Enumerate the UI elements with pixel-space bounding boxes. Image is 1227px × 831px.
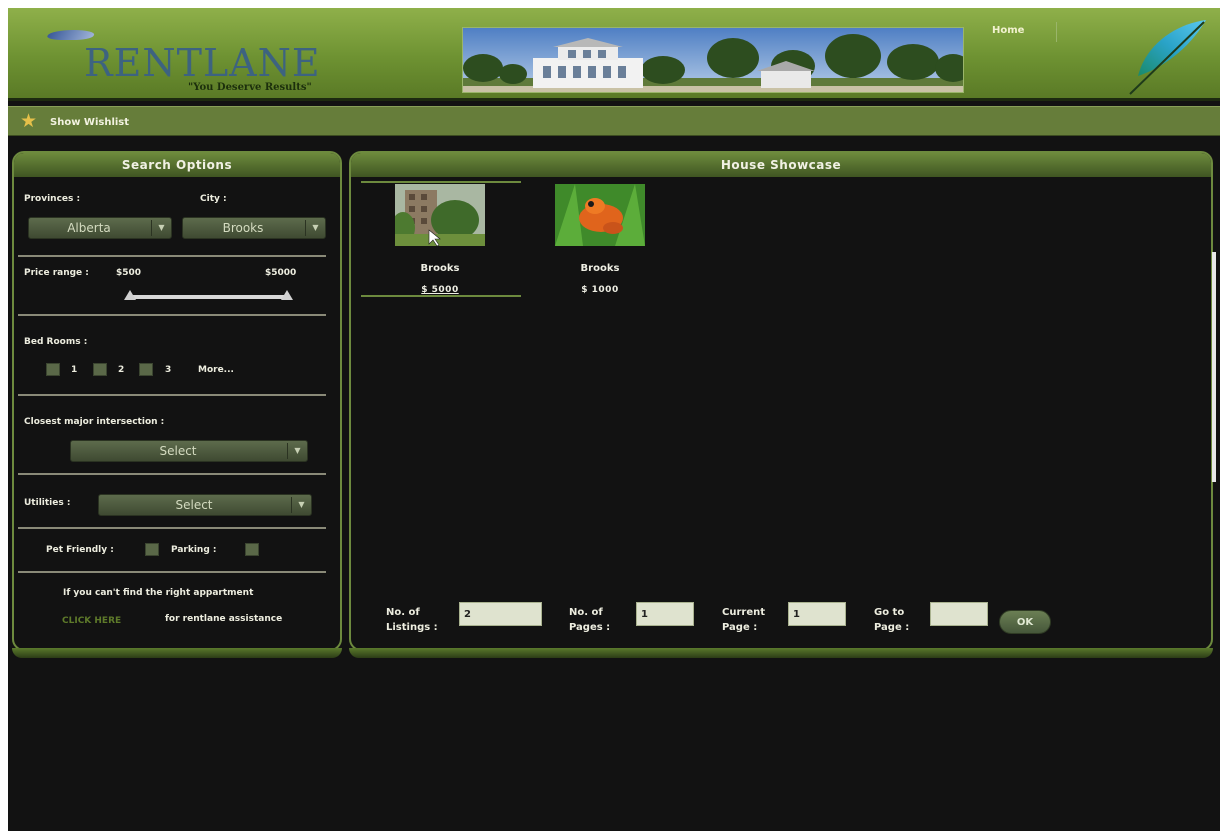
bedroom-3-label: 3 — [165, 365, 172, 375]
label-line: Current — [722, 607, 766, 618]
listing-price[interactable]: $ 5000 — [395, 285, 485, 295]
province-select-value: Alberta — [67, 221, 111, 235]
label-line: Page : — [722, 622, 758, 633]
pages-count-field[interactable] — [636, 602, 694, 626]
provinces-label: Provinces : — [24, 194, 81, 204]
nav-divider — [1056, 22, 1057, 42]
click-here-link[interactable]: CLICK HERE — [62, 616, 121, 626]
panel-footer-bar — [12, 648, 342, 658]
bedroom-1-label: 1 — [71, 365, 78, 375]
price-min-handle[interactable] — [124, 290, 136, 300]
price-range-label: Price range : — [24, 268, 89, 278]
utilities-label: Utilities : — [24, 498, 71, 508]
bedroom-2-checkbox[interactable] — [93, 363, 107, 376]
label-line: No. of — [569, 607, 603, 618]
label-line: Listings : — [386, 622, 438, 633]
listing-thumbnail[interactable] — [395, 184, 485, 246]
utilities-select[interactable]: Select ▼ — [98, 494, 312, 516]
bedroom-3-checkbox[interactable] — [139, 363, 153, 376]
pages-count-label: No. of Pages : — [569, 605, 610, 635]
divider — [18, 255, 326, 257]
show-wishlist-link[interactable]: Show Wishlist — [50, 117, 129, 128]
assist-text: for rentlane assistance — [165, 614, 283, 624]
price-max-handle[interactable] — [281, 290, 293, 300]
city-label: City : — [200, 194, 227, 204]
header-banner-image — [462, 27, 964, 93]
divider — [18, 394, 326, 396]
divider — [18, 527, 326, 529]
ok-button[interactable]: OK — [999, 610, 1051, 634]
listings-count-label: No. of Listings : — [386, 605, 438, 635]
listings-count-field[interactable] — [459, 602, 542, 626]
bedroom-more-link[interactable]: More... — [198, 365, 234, 375]
label-line: Go to — [874, 607, 905, 618]
star-icon[interactable]: ★ — [20, 112, 37, 131]
city-select[interactable]: Brooks ▼ — [182, 217, 326, 239]
city-select-value: Brooks — [222, 221, 264, 235]
label-line: No. of — [386, 607, 420, 618]
label-line: Page : — [874, 622, 910, 633]
help-text: If you can't find the right appartment — [63, 588, 254, 598]
price-min-value: $500 — [116, 268, 142, 278]
utilities-select-value: Select — [175, 498, 213, 512]
rentlane-app: RENTLANE "You Deserve Results" Home ★ Sh… — [8, 8, 1220, 831]
pet-friendly-label: Pet Friendly : — [46, 545, 114, 555]
current-page-field[interactable] — [788, 602, 846, 626]
chevron-down-icon: ▼ — [305, 220, 325, 236]
wishlist-bar: ★ Show Wishlist — [8, 106, 1220, 136]
logo-tagline: "You Deserve Results" — [188, 82, 312, 93]
listing-highlight-bottom — [361, 295, 521, 297]
chevron-down-icon: ▼ — [151, 220, 171, 236]
logo-swoosh — [45, 30, 97, 40]
feather-icon — [1116, 16, 1212, 98]
logo-title[interactable]: RENTLANE — [84, 41, 321, 85]
panel-footer-bar — [349, 648, 1213, 658]
pet-friendly-checkbox[interactable] — [145, 543, 159, 556]
parking-checkbox[interactable] — [245, 543, 259, 556]
current-page-label: Current Page : — [722, 605, 765, 635]
divider — [18, 314, 326, 316]
chevron-down-icon: ▼ — [291, 497, 311, 513]
search-options-title: Search Options — [14, 153, 340, 177]
parking-label: Parking : — [171, 545, 217, 555]
goto-page-label: Go to Page : — [874, 605, 909, 635]
price-max-value: $5000 — [265, 268, 297, 278]
intersection-label: Closest major intersection : — [24, 417, 165, 427]
scrollbar[interactable] — [1212, 252, 1216, 482]
listing-highlight-top — [361, 181, 521, 183]
site-header: RENTLANE "You Deserve Results" Home — [8, 8, 1220, 101]
listing-thumbnail[interactable] — [555, 184, 645, 246]
nav-home-link[interactable]: Home — [992, 25, 1024, 36]
price-range-slider[interactable] — [128, 295, 288, 299]
bedroom-2-label: 2 — [118, 365, 125, 375]
intersection-select[interactable]: Select ▼ — [70, 440, 308, 462]
bedrooms-label: Bed Rooms : — [24, 337, 88, 347]
house-showcase-title: House Showcase — [351, 153, 1211, 177]
bedroom-1-checkbox[interactable] — [46, 363, 60, 376]
chevron-down-icon: ▼ — [287, 443, 307, 459]
listing-city: Brooks — [420, 263, 460, 274]
intersection-select-value: Select — [159, 444, 197, 458]
listing-city: Brooks — [580, 263, 620, 274]
label-line: Pages : — [569, 622, 611, 633]
divider — [18, 473, 326, 475]
goto-page-field[interactable] — [930, 602, 988, 626]
listing-price[interactable]: $ 1000 — [555, 285, 645, 295]
divider — [18, 571, 326, 573]
province-select[interactable]: Alberta ▼ — [28, 217, 172, 239]
